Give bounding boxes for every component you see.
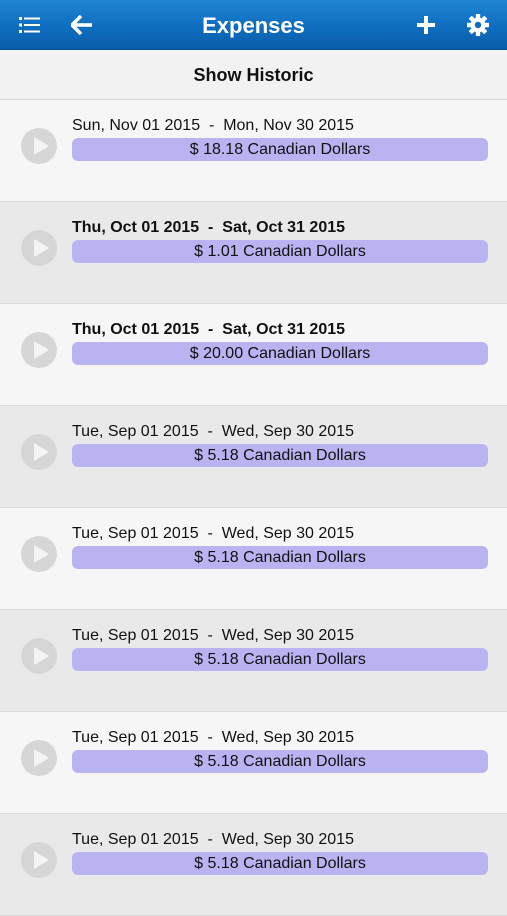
gear-icon[interactable]: [462, 9, 494, 41]
expense-amount: $ 5.18 Canadian Dollars: [72, 750, 488, 773]
expense-date-range: Thu, Oct 01 2015 - Sat, Oct 31 2015: [72, 219, 346, 236]
play-icon[interactable]: [21, 332, 57, 368]
play-icon[interactable]: [21, 434, 57, 470]
expense-amount: $ 5.18 Canadian Dollars: [72, 852, 488, 875]
expense-list: Sun, Nov 01 2015 - Mon, Nov 30 2015 $ 18.…: [0, 100, 507, 916]
play-icon[interactable]: [21, 740, 57, 776]
play-icon[interactable]: [21, 128, 57, 164]
nav-bar: Expenses: [0, 0, 507, 50]
expense-amount: $ 1.01 Canadian Dollars: [72, 240, 488, 263]
expense-row[interactable]: Tue, Sep 01 2015 - Wed, Sep 30 2015 $ 5.1…: [0, 406, 507, 508]
expense-amount: $ 5.18 Canadian Dollars: [72, 444, 488, 467]
expense-amount: $ 20.00 Canadian Dollars: [72, 342, 488, 365]
expense-row[interactable]: Sun, Nov 01 2015 - Mon, Nov 30 2015 $ 18.…: [0, 100, 507, 202]
expense-amount: $ 18.18 Canadian Dollars: [72, 138, 488, 161]
expense-date-range: Sun, Nov 01 2015 - Mon, Nov 30 2015: [72, 117, 354, 134]
expense-row[interactable]: Tue, Sep 01 2015 - Wed, Sep 30 2015 $ 5.1…: [0, 508, 507, 610]
expense-date-range: Tue, Sep 01 2015 - Wed, Sep 30 2015: [72, 525, 354, 542]
expense-row[interactable]: Thu, Oct 01 2015 - Sat, Oct 31 2015 $ 20.…: [0, 304, 507, 406]
expense-date-range: Tue, Sep 01 2015 - Wed, Sep 30 2015: [72, 627, 354, 644]
expense-row[interactable]: Tue, Sep 01 2015 - Wed, Sep 30 2015 $ 5.1…: [0, 814, 507, 916]
expense-row[interactable]: Tue, Sep 01 2015 - Wed, Sep 30 2015 $ 5.1…: [0, 712, 507, 814]
play-icon[interactable]: [21, 638, 57, 674]
expense-date-range: Tue, Sep 01 2015 - Wed, Sep 30 2015: [72, 423, 354, 440]
play-icon[interactable]: [21, 536, 57, 572]
plus-icon[interactable]: [410, 9, 442, 41]
show-historic-button[interactable]: Show Historic: [0, 50, 507, 100]
play-icon[interactable]: [21, 842, 57, 878]
play-icon[interactable]: [21, 230, 57, 266]
expense-date-range: Thu, Oct 01 2015 - Sat, Oct 31 2015: [72, 321, 346, 338]
expense-row[interactable]: Thu, Oct 01 2015 - Sat, Oct 31 2015 $ 1.0…: [0, 202, 507, 304]
show-historic-label: Show Historic: [193, 65, 314, 85]
expense-amount: $ 5.18 Canadian Dollars: [72, 546, 488, 569]
expense-row[interactable]: Tue, Sep 01 2015 - Wed, Sep 30 2015 $ 5.1…: [0, 610, 507, 712]
expense-amount: $ 5.18 Canadian Dollars: [72, 648, 488, 671]
expense-date-range: Tue, Sep 01 2015 - Wed, Sep 30 2015: [72, 729, 354, 746]
expense-date-range: Tue, Sep 01 2015 - Wed, Sep 30 2015: [72, 831, 354, 848]
